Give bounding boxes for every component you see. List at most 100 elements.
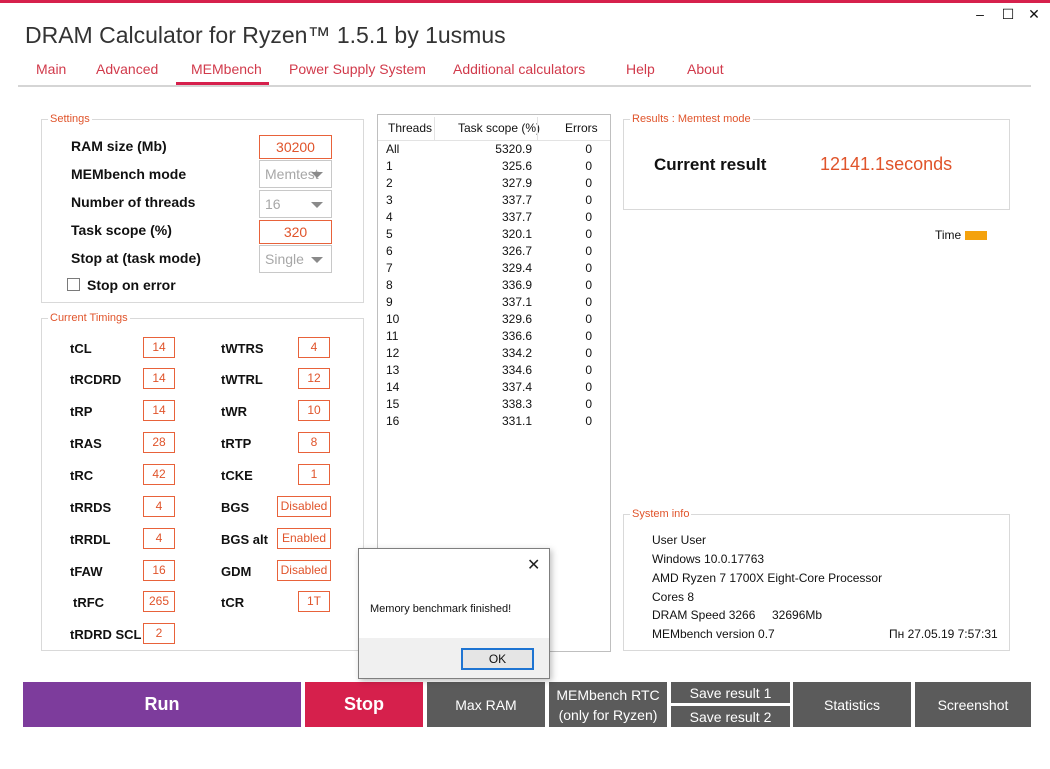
timing-trp-label: tRP	[70, 404, 93, 419]
tab-power-supply-system[interactable]: Power Supply System	[289, 61, 426, 77]
errors-cell: 0	[585, 210, 592, 224]
table-row[interactable]: 6 326.7 0	[378, 244, 610, 261]
table-row[interactable]: 5 320.1 0	[378, 227, 610, 244]
tab-main[interactable]: Main	[36, 61, 66, 77]
table-row[interactable]: 2 327.9 0	[378, 176, 610, 193]
errors-cell: 0	[585, 363, 592, 377]
timing-twtrl-value[interactable]: 12	[298, 368, 330, 389]
table-row[interactable]: 16 331.1 0	[378, 414, 610, 431]
task-scope-input[interactable]: 320	[259, 220, 332, 244]
thread-cell: 13	[386, 363, 400, 377]
chevron-down-icon	[311, 202, 323, 208]
table-row[interactable]: 13 334.6 0	[378, 363, 610, 380]
table-row[interactable]: 7 329.4 0	[378, 261, 610, 278]
stop-at-label: Stop at (task mode)	[71, 250, 201, 266]
table-row[interactable]: 1 325.6 0	[378, 159, 610, 176]
screenshot-button[interactable]: Screenshot	[915, 682, 1031, 727]
timing-tcke-value[interactable]: 1	[298, 464, 330, 485]
thread-cell: 6	[386, 244, 393, 258]
table-row[interactable]: 12 334.2 0	[378, 346, 610, 363]
table-row[interactable]: 3 337.7 0	[378, 193, 610, 210]
timing-trrds-value[interactable]: 4	[143, 496, 175, 517]
run-button[interactable]: Run	[23, 682, 301, 727]
thread-cell: 15	[386, 397, 400, 411]
close-icon[interactable]: ✕	[527, 555, 540, 575]
timing-trfc-label: tRFC	[73, 595, 105, 610]
tab-membench[interactable]: MEMbench	[191, 61, 262, 77]
max-ram-button[interactable]: Max RAM	[427, 682, 545, 727]
tab-about[interactable]: About	[687, 61, 724, 77]
membench-rtc-label: MEMbench RTC	[556, 686, 660, 703]
errors-cell: 0	[585, 176, 592, 190]
timing-trrdl-value[interactable]: 4	[143, 528, 175, 549]
timing-tras-value[interactable]: 28	[143, 432, 175, 453]
errors-cell: 0	[585, 414, 592, 428]
timing-trcdrd-value[interactable]: 14	[143, 368, 175, 389]
ok-button[interactable]: OK	[461, 648, 534, 670]
table-row[interactable]: 4 337.7 0	[378, 210, 610, 227]
table-row[interactable]: 11 336.6 0	[378, 329, 610, 346]
timing-trc-value[interactable]: 42	[143, 464, 175, 485]
timing-tcr-value[interactable]: 1T	[298, 591, 330, 612]
close-icon[interactable]: ✕	[1024, 6, 1044, 22]
timing-bgs-label: BGS	[221, 500, 250, 515]
table-row[interactable]: 15 338.3 0	[378, 397, 610, 414]
stop-on-error-checkbox[interactable]	[67, 278, 80, 291]
stop-button[interactable]: Stop	[305, 682, 423, 727]
maximize-icon[interactable]: ☐	[998, 6, 1018, 22]
errors-cell: 0	[585, 278, 592, 292]
statistics-button[interactable]: Statistics	[793, 682, 911, 727]
active-tab-indicator	[176, 82, 269, 85]
tab-additional-calculators[interactable]: Additional calculators	[453, 61, 585, 77]
col-header-errors[interactable]: Errors	[565, 121, 598, 135]
threads-select[interactable]: 16	[259, 190, 332, 218]
timing-twtrs-label: tWTRS	[221, 341, 264, 356]
tab-help[interactable]: Help	[626, 61, 655, 77]
thread-cell: 7	[386, 261, 393, 275]
timing-tfaw-value[interactable]: 16	[143, 560, 175, 581]
membench-mode-select[interactable]: Memtest	[259, 160, 332, 188]
timing-twr-value[interactable]: 10	[298, 400, 330, 421]
ram-size-input[interactable]: 30200	[259, 135, 332, 159]
task-scope-cell: 337.7	[501, 210, 532, 224]
stop-at-select[interactable]: Single	[259, 245, 332, 273]
col-separator	[434, 117, 435, 141]
timing-bgs-alt-value[interactable]: Enabled	[277, 528, 331, 549]
timing-trdrd-scl-value[interactable]: 2	[143, 623, 175, 644]
tab-advanced[interactable]: Advanced	[96, 61, 158, 77]
col-separator	[537, 117, 538, 141]
system-datetime: Пн 27.05.19 7:57:31	[889, 627, 998, 641]
errors-cell: 0	[585, 329, 592, 343]
timings-title: Current Timings	[48, 312, 130, 324]
table-row[interactable]: All 5320.9 0	[378, 142, 610, 159]
table-row[interactable]: 9 337.1 0	[378, 295, 610, 312]
timing-twtrs-value[interactable]: 4	[298, 337, 330, 358]
thread-cell: 11	[386, 329, 399, 343]
membench-rtc-sublabel: (only for Ryzen)	[558, 706, 658, 723]
task-scope-cell: 337.1	[501, 295, 532, 309]
save-result-1-button[interactable]: Save result 1	[671, 682, 790, 703]
thread-cell: 14	[386, 380, 400, 394]
table-row[interactable]: 8 336.9 0	[378, 278, 610, 295]
dialog-message: Memory benchmark finished!	[370, 603, 512, 615]
errors-cell: 0	[585, 380, 592, 394]
col-header-threads[interactable]: Threads	[388, 121, 432, 135]
timing-gdm-value[interactable]: Disabled	[277, 560, 331, 581]
timing-trrds-label: tRRDS	[70, 500, 112, 515]
save-result-2-button[interactable]: Save result 2	[671, 706, 790, 727]
minimize-icon[interactable]: –	[970, 6, 990, 22]
current-result-number: 12141.1	[820, 154, 886, 174]
thread-cell: 1	[386, 159, 393, 173]
system-user: User User	[652, 533, 707, 547]
timing-bgs-value[interactable]: Disabled	[277, 496, 331, 517]
col-header-task-scope[interactable]: Task scope (%)	[458, 121, 540, 135]
timing-tcl-value[interactable]: 14	[143, 337, 175, 358]
timing-trfc-value[interactable]: 265	[143, 591, 175, 612]
table-row[interactable]: 10 329.6 0	[378, 312, 610, 329]
system-os: Windows 10.0.17763	[652, 552, 765, 566]
threads-value: 16	[265, 196, 281, 212]
timing-trtp-value[interactable]: 8	[298, 432, 330, 453]
membench-rtc-button[interactable]: MEMbench RTC (only for Ryzen)	[549, 682, 667, 727]
timing-trp-value[interactable]: 14	[143, 400, 175, 421]
table-row[interactable]: 14 337.4 0	[378, 380, 610, 397]
